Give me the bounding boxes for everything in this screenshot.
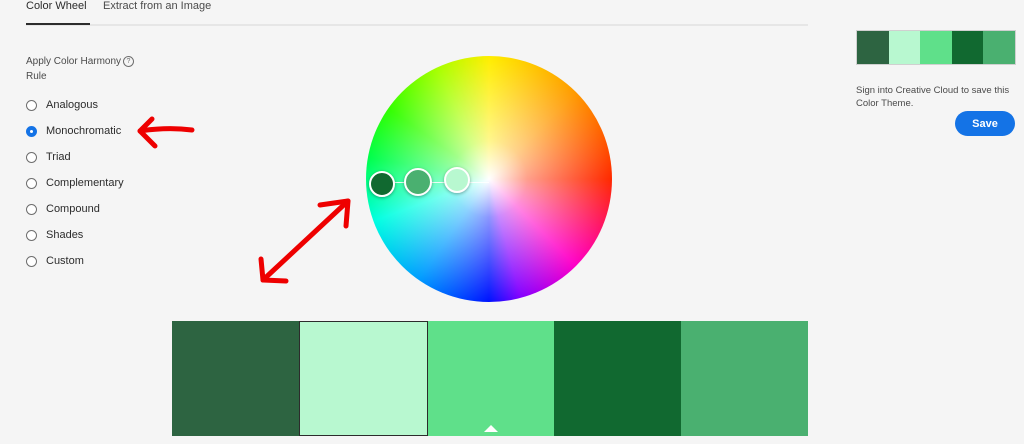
theme-preview: [856, 30, 1016, 65]
color-swatch[interactable]: [427, 321, 555, 436]
theme-preview-swatch: [920, 31, 952, 64]
sign-in-message: Sign into Creative Cloud to save this Co…: [856, 85, 1010, 109]
color-swatch[interactable]: [681, 321, 808, 436]
color-swatch-bar: [172, 321, 808, 436]
theme-preview-swatch: [983, 31, 1015, 64]
theme-preview-swatch: [857, 31, 889, 64]
caret-up-icon: [483, 425, 498, 432]
color-wheel-page: Color Wheel Extract from an Image Apply …: [0, 0, 1024, 444]
color-swatch[interactable]: [298, 321, 428, 436]
color-swatch[interactable]: [554, 321, 682, 436]
color-swatch[interactable]: [172, 321, 299, 436]
theme-preview-swatch: [951, 31, 984, 64]
theme-preview-swatch: [888, 31, 921, 64]
arrow-icon: [137, 116, 195, 149]
double-arrow-icon: [258, 198, 351, 284]
save-button[interactable]: Save: [955, 111, 1015, 136]
